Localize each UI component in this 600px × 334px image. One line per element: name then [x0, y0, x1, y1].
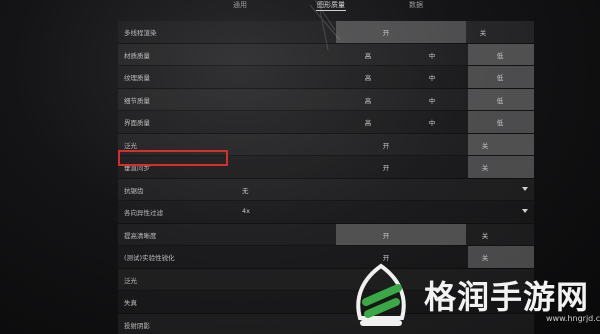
- setting-label: 泛光: [124, 141, 137, 150]
- setting-label: 各向异性过滤: [124, 209, 163, 217]
- watermark: 格润手游网 www.hngrjd.com: [346, 258, 600, 334]
- option-label: 关: [479, 29, 487, 37]
- setting-row-sharpness: 提高清晰度 开 关: [118, 223, 534, 246]
- setting-label: (测试)实验性锐化: [124, 254, 175, 262]
- annotation-highlight-box: [118, 150, 228, 166]
- option-medium[interactable]: 中: [429, 117, 436, 127]
- option-off[interactable]: [468, 133, 534, 155]
- option-off[interactable]: [466, 21, 534, 43]
- tab-general[interactable]: 通用: [233, 0, 247, 10]
- option-label: 开: [382, 29, 390, 37]
- option-label: 低: [496, 119, 504, 127]
- dropdown-value: 4x: [242, 207, 250, 215]
- tab-data[interactable]: 数据: [409, 0, 423, 10]
- option-medium[interactable]: 中: [429, 72, 436, 82]
- setting-label: 材质质量: [124, 51, 150, 60]
- option-label: 低: [496, 51, 504, 60]
- option-off[interactable]: [468, 156, 534, 178]
- watermark-text: 格润手游网: [424, 278, 590, 316]
- setting-label: 多线程渲染: [124, 29, 157, 37]
- option-on[interactable]: [336, 21, 466, 43]
- option-label: 关: [481, 141, 489, 150]
- setting-label: 失真: [124, 299, 137, 307]
- setting-label: 泛光: [124, 276, 137, 285]
- setting-label: 提高清晰度: [124, 231, 157, 240]
- tab-graphics-quality[interactable]: 图形质量: [317, 0, 345, 10]
- option-label: 关: [481, 164, 489, 172]
- option-high[interactable]: 高: [365, 50, 372, 60]
- chevron-down-icon[interactable]: [522, 186, 528, 191]
- option-high[interactable]: 高: [365, 95, 372, 105]
- watermark-logo-icon: [356, 263, 406, 326]
- setting-row-material: 材质质量 高 中 低: [118, 43, 534, 66]
- option-medium[interactable]: 中: [429, 95, 436, 105]
- setting-label: 投射阴影: [124, 321, 150, 330]
- active-tab-indicator: [316, 10, 346, 11]
- chevron-down-icon[interactable]: [522, 209, 528, 213]
- option-on[interactable]: 开: [383, 140, 390, 150]
- setting-label: 界面质量: [124, 119, 150, 127]
- dropdown-value: 无: [242, 186, 249, 195]
- tab-bar: 通用 图形质量 数据: [0, 0, 600, 12]
- option-high[interactable]: 高: [365, 117, 372, 127]
- option-label: 低: [496, 74, 504, 82]
- option-high[interactable]: 高: [365, 72, 372, 82]
- option-off[interactable]: 关: [482, 230, 489, 240]
- setting-label: 纹理质量: [124, 74, 150, 82]
- setting-row-interface: 界面质量 高 中 低: [118, 111, 534, 134]
- watermark-url: www.hngrjd.com: [546, 314, 600, 323]
- option-medium[interactable]: 中: [429, 50, 436, 60]
- setting-row-anisotropic[interactable]: 各向异性过滤 4x: [118, 201, 534, 224]
- option-on[interactable]: [336, 223, 466, 245]
- option-label: 低: [496, 96, 504, 105]
- setting-label: 抗锯齿: [124, 186, 144, 195]
- setting-row-multithread: 多线程渲染 开 关: [118, 21, 534, 44]
- setting-row-detail: 细节质量 高 中 低: [118, 88, 534, 111]
- setting-label: 细节质量: [124, 96, 150, 105]
- setting-row-antialiasing[interactable]: 抗锯齿 无: [118, 178, 534, 201]
- option-label: 开: [382, 231, 390, 240]
- setting-row-texture: 纹理质量 高 中 低: [118, 66, 534, 89]
- option-on[interactable]: 开: [383, 162, 390, 172]
